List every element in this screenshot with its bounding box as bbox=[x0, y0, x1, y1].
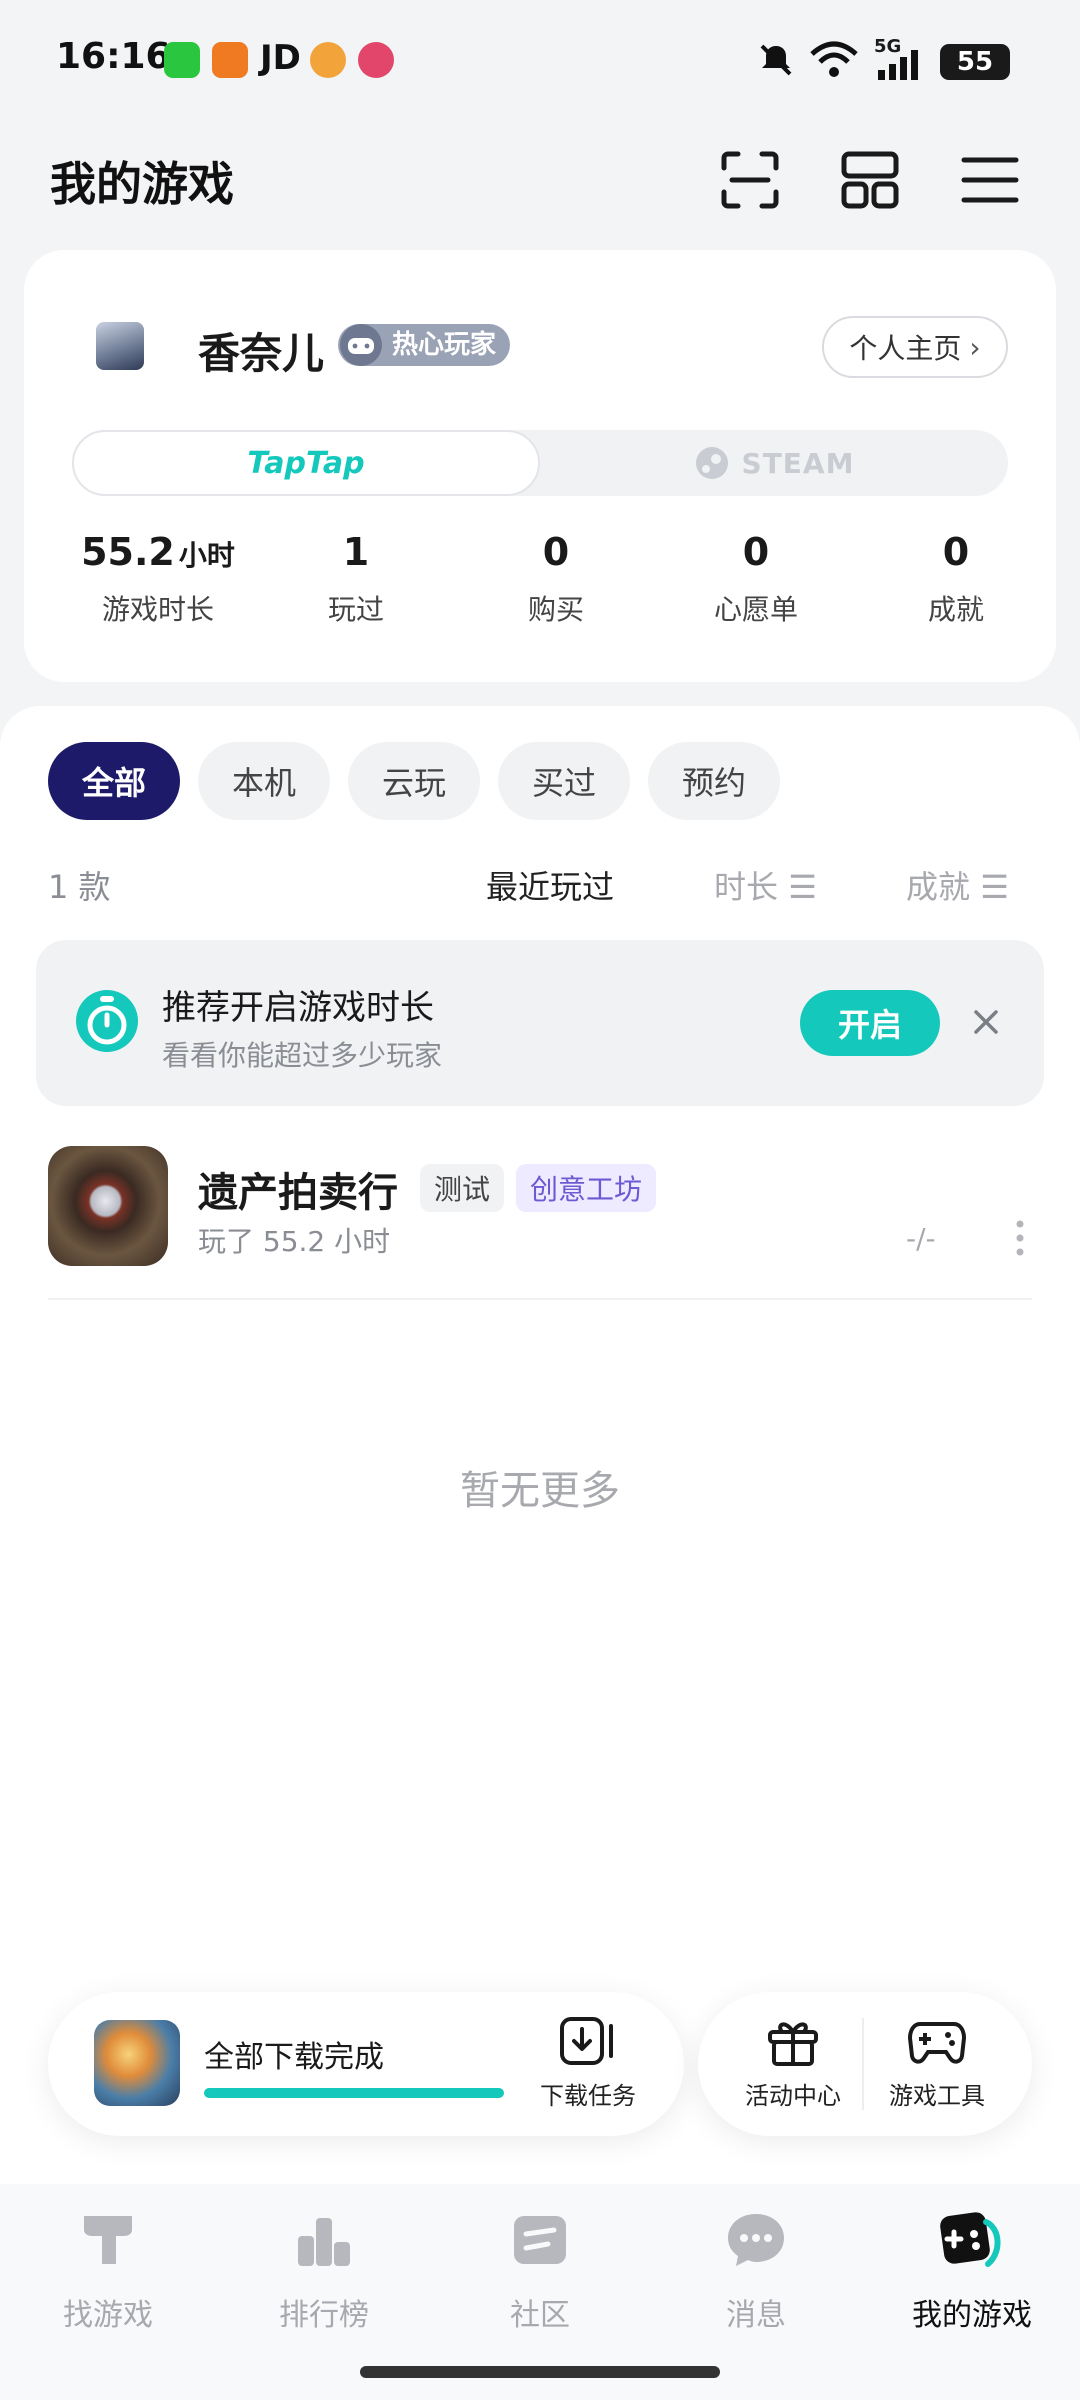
books-app-icon bbox=[212, 42, 248, 78]
wechat-app-icon bbox=[164, 42, 200, 78]
tag-workshop[interactable]: 创意工坊 bbox=[516, 1164, 657, 1212]
stat-unit: 小时 bbox=[178, 539, 235, 572]
nav-item-community[interactable]: 社区 bbox=[440, 2208, 640, 2334]
nav-item-messages[interactable]: 消息 bbox=[656, 2208, 856, 2334]
game-title[interactable]: 遗产拍卖行 bbox=[198, 1160, 398, 1218]
steam-label: STEAM bbox=[741, 446, 855, 480]
grid-icon[interactable] bbox=[838, 148, 902, 212]
stat-wishlist[interactable]: 0 心愿单 bbox=[656, 530, 856, 628]
sort-order-icon: ☰ bbox=[980, 868, 1009, 906]
stat-value: 1 bbox=[342, 530, 370, 574]
video-app-icon bbox=[310, 42, 346, 78]
download-task-label: 下载任务 bbox=[540, 2082, 636, 2110]
tab-steam[interactable]: STEAM bbox=[540, 430, 1008, 496]
status-time: 16:16 bbox=[56, 36, 171, 77]
timer-icon bbox=[76, 990, 138, 1052]
discover-icon bbox=[84, 2216, 132, 2264]
nav-label: 消息 bbox=[726, 2298, 786, 2333]
filter-chip-reserved[interactable]: 预约 bbox=[648, 742, 780, 820]
download-status-text: 全部下载完成 bbox=[204, 2040, 384, 2075]
steam-icon bbox=[695, 447, 728, 479]
signal-icon bbox=[878, 50, 918, 80]
more-options-icon[interactable] bbox=[1016, 1220, 1024, 1256]
download-game-thumbnail bbox=[94, 2020, 180, 2106]
sort-order-icon: ☰ bbox=[788, 868, 817, 906]
game-count: 1 款 bbox=[48, 868, 111, 906]
recommend-subtitle: 看看你能超过多少玩家 bbox=[162, 1039, 443, 1072]
stat-label: 成就 bbox=[927, 593, 984, 626]
stat-played[interactable]: 1 玩过 bbox=[256, 530, 456, 628]
wifi-icon bbox=[810, 41, 858, 77]
page-title: 我的游戏 bbox=[50, 157, 234, 211]
stat-label: 购买 bbox=[527, 593, 584, 626]
gift-icon bbox=[768, 2022, 818, 2066]
personal-homepage-button[interactable]: 个人主页 › bbox=[822, 316, 1008, 378]
filter-chip-local[interactable]: 本机 bbox=[198, 742, 330, 820]
filter-chip-bought[interactable]: 买过 bbox=[498, 742, 630, 820]
recommend-title: 推荐开启游戏时长 bbox=[162, 988, 434, 1028]
avatar[interactable] bbox=[96, 322, 144, 370]
tool-divider bbox=[862, 2018, 864, 2110]
game-list-panel bbox=[0, 706, 1080, 2186]
nav-item-discover[interactable]: 找游戏 bbox=[8, 2208, 208, 2334]
game-tools-label: 游戏工具 bbox=[889, 2082, 985, 2110]
empty-note: 暂无更多 bbox=[460, 1468, 620, 1514]
chevron-right-icon: › bbox=[969, 330, 981, 364]
gamepad-badge-icon bbox=[340, 324, 382, 366]
stat-value: 0 bbox=[542, 530, 570, 574]
sort-playtime[interactable]: 时长 ☰ bbox=[714, 862, 817, 908]
nav-label: 社区 bbox=[510, 2298, 570, 2333]
activity-center-label: 活动中心 bbox=[745, 2082, 841, 2110]
stat-label: 心愿单 bbox=[713, 593, 798, 626]
homepage-label: 个人主页 bbox=[849, 332, 962, 365]
community-icon bbox=[514, 2216, 566, 2264]
username[interactable]: 香奈儿 bbox=[198, 320, 324, 381]
sort-recent[interactable]: 最近玩过 bbox=[486, 862, 614, 908]
filter-chip-all[interactable]: 全部 bbox=[48, 742, 180, 820]
sort-playtime-label: 时长 bbox=[714, 868, 779, 906]
stat-label: 玩过 bbox=[327, 593, 384, 626]
my-games-icon bbox=[940, 2212, 1001, 2267]
gamepad-icon bbox=[907, 2022, 967, 2064]
sort-achievements[interactable]: 成就 ☰ bbox=[906, 862, 1009, 908]
battery-indicator: 55 bbox=[940, 44, 1010, 80]
sort-achievements-label: 成就 bbox=[906, 868, 971, 906]
close-icon[interactable] bbox=[968, 1004, 1004, 1040]
nav-label: 排行榜 bbox=[279, 2298, 369, 2333]
stat-purchased[interactable]: 0 购买 bbox=[456, 530, 656, 628]
download-progress-bar bbox=[204, 2088, 504, 2098]
social-app-icon bbox=[358, 42, 394, 78]
menu-icon[interactable] bbox=[958, 148, 1022, 212]
download-task-button[interactable]: 下载任务 bbox=[538, 2016, 638, 2111]
nav-item-my-games[interactable]: 我的游戏 bbox=[872, 2208, 1072, 2334]
scan-icon[interactable] bbox=[718, 148, 782, 212]
mute-icon bbox=[760, 44, 792, 76]
nav-label: 找游戏 bbox=[63, 2298, 153, 2333]
message-icon bbox=[728, 2214, 784, 2266]
game-tools-button[interactable]: 游戏工具 bbox=[872, 2016, 1002, 2111]
game-cover-icon[interactable] bbox=[48, 1146, 168, 1266]
stat-label: 游戏时长 bbox=[101, 593, 214, 626]
download-icon bbox=[560, 2017, 613, 2065]
stat-value: 0 bbox=[942, 530, 970, 574]
home-indicator[interactable] bbox=[360, 2366, 720, 2378]
filter-chip-cloud[interactable]: 云玩 bbox=[348, 742, 480, 820]
nav-label: 我的游戏 bbox=[912, 2298, 1032, 2333]
tag-test: 测试 bbox=[420, 1164, 505, 1212]
row-divider bbox=[48, 1298, 1032, 1300]
enable-playtime-button[interactable]: 开启 bbox=[800, 990, 940, 1056]
game-achievements: -/- bbox=[906, 1222, 936, 1255]
activity-center-button[interactable]: 活动中心 bbox=[728, 2016, 858, 2111]
jd-app-icon: JD bbox=[260, 38, 301, 78]
nav-item-ranking[interactable]: 排行榜 bbox=[224, 2208, 424, 2334]
tab-taptap[interactable]: TapTap bbox=[72, 430, 540, 496]
stat-achievements[interactable]: 0 成就 bbox=[856, 530, 1056, 628]
stat-value: 0 bbox=[742, 530, 770, 574]
stat-playtime[interactable]: 55.2 小时 游戏时长 bbox=[58, 530, 258, 628]
game-playtime: 玩了 55.2 小时 bbox=[198, 1225, 391, 1258]
stat-value: 55.2 bbox=[81, 530, 175, 574]
ranking-icon bbox=[298, 2218, 350, 2266]
